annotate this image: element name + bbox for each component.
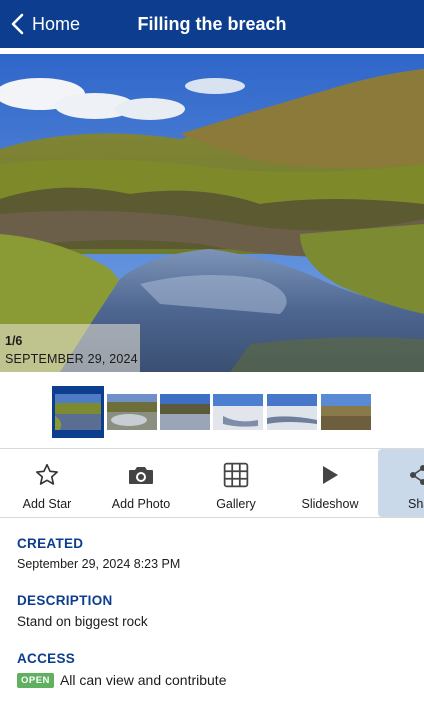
add-photo-button[interactable]: Add Photo: [104, 449, 178, 517]
camera-icon: [127, 462, 155, 488]
access-value: All can view and contribute: [59, 672, 227, 688]
main-photo[interactable]: 1/6 SEPTEMBER 29, 2024: [0, 54, 424, 372]
add-photo-label: Add Photo: [111, 497, 171, 511]
add-star-button[interactable]: Add Star: [12, 449, 82, 517]
play-icon: [319, 462, 341, 488]
share-label: Share: [408, 497, 424, 511]
created-section: CREATED September 29, 2024 8:23 PM: [17, 536, 417, 571]
back-label: Home: [32, 13, 81, 34]
access-section: ACCESS OPEN All can view and contribute: [17, 651, 417, 688]
thumbnail-1[interactable]: [52, 386, 104, 438]
gallery-label: Gallery: [216, 497, 256, 511]
action-bar: Add Star Add Photo Gallery Slideshow Sh: [0, 449, 424, 518]
thumbnail-6[interactable]: [321, 394, 371, 430]
photo-counter: 1/6: [5, 334, 23, 348]
thumbnail-strip: [0, 372, 424, 449]
share-icon: [408, 462, 424, 488]
photo-caption: 1/6 SEPTEMBER 29, 2024: [0, 324, 140, 372]
photo-date: SEPTEMBER 29, 2024: [5, 352, 138, 366]
thumbnail-image: [160, 394, 210, 430]
thumbnail-2[interactable]: [107, 394, 157, 430]
slideshow-button[interactable]: Slideshow: [296, 449, 364, 517]
star-outline-icon: [34, 462, 60, 488]
thumbnail-image: [213, 394, 263, 430]
grid-icon: [223, 462, 249, 488]
add-star-label: Add Star: [22, 497, 72, 511]
thumbnail-image: [107, 394, 157, 430]
gallery-button[interactable]: Gallery: [205, 449, 267, 517]
thumbnail-5[interactable]: [267, 394, 317, 430]
description-value: Stand on biggest rock: [17, 614, 148, 629]
slideshow-label: Slideshow: [301, 497, 359, 511]
thumbnail-image: [267, 394, 317, 430]
share-button[interactable]: Share: [378, 449, 424, 517]
access-row: OPEN All can view and contribute: [17, 672, 417, 688]
created-value: September 29, 2024 8:23 PM: [17, 557, 181, 571]
created-heading: CREATED: [17, 536, 84, 551]
access-badge: OPEN: [17, 673, 54, 688]
access-heading: ACCESS: [17, 651, 76, 666]
chevron-left-icon: [11, 13, 24, 35]
top-nav-bar: Home Filling the breach: [0, 0, 424, 48]
back-button[interactable]: Home: [10, 0, 80, 48]
photo-details: CREATED September 29, 2024 8:23 PM DESCR…: [17, 536, 417, 688]
thumbnail-4[interactable]: [213, 394, 263, 430]
thumbnail-3[interactable]: [160, 394, 210, 430]
description-heading: DESCRIPTION: [17, 593, 113, 608]
thumbnail-image: [321, 394, 371, 430]
thumbnail-image: [55, 394, 101, 430]
description-section: DESCRIPTION Stand on biggest rock: [17, 593, 417, 629]
